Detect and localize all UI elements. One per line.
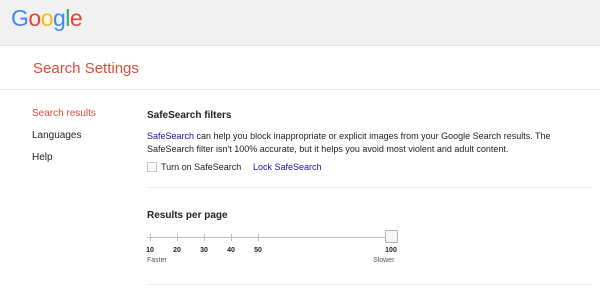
title-divider xyxy=(0,89,600,90)
slower-label: Slower xyxy=(373,257,395,264)
tick-label-50: 50 xyxy=(254,247,262,254)
safesearch-description-text: can help you block inappropriate or expl… xyxy=(147,131,551,154)
slider-tick xyxy=(231,234,232,241)
slider-tick xyxy=(177,234,178,241)
sidebar-item-help[interactable]: Help xyxy=(32,151,132,173)
slider-tick xyxy=(258,234,259,241)
slider-tick xyxy=(204,234,205,241)
lock-safesearch-link[interactable]: Lock SafeSearch xyxy=(253,162,322,172)
sidebar: Search results Languages Help xyxy=(32,107,132,173)
tick-label-20: 20 xyxy=(173,247,181,254)
faster-label: Faster xyxy=(147,257,167,264)
tick-label-40: 40 xyxy=(227,247,235,254)
slider-tick xyxy=(150,234,151,241)
section-divider-bottom xyxy=(147,284,592,285)
page-title: Search Settings xyxy=(33,60,139,77)
results-slider-handle[interactable] xyxy=(385,230,398,243)
tick-label-10: 10 xyxy=(146,247,154,254)
google-logo[interactable]: Google xyxy=(11,5,83,32)
safesearch-checkbox-label[interactable]: Turn on SafeSearch xyxy=(161,162,241,172)
sidebar-item-search-results[interactable]: Search results xyxy=(32,107,132,129)
results-slider-track[interactable] xyxy=(147,237,392,238)
tick-label-30: 30 xyxy=(200,247,208,254)
safesearch-heading: SafeSearch filters xyxy=(147,110,232,121)
safesearch-checkbox-row[interactable]: Turn on SafeSearch xyxy=(147,162,241,172)
safesearch-link[interactable]: SafeSearch xyxy=(147,131,194,141)
top-bar: Google xyxy=(0,0,600,46)
section-divider xyxy=(147,187,592,188)
safesearch-checkbox[interactable] xyxy=(147,162,157,172)
sidebar-item-languages[interactable]: Languages xyxy=(32,129,132,151)
results-per-page-heading: Results per page xyxy=(147,210,228,221)
tick-label-100: 100 xyxy=(385,247,397,254)
safesearch-description: SafeSearch can help you block inappropri… xyxy=(147,130,577,156)
